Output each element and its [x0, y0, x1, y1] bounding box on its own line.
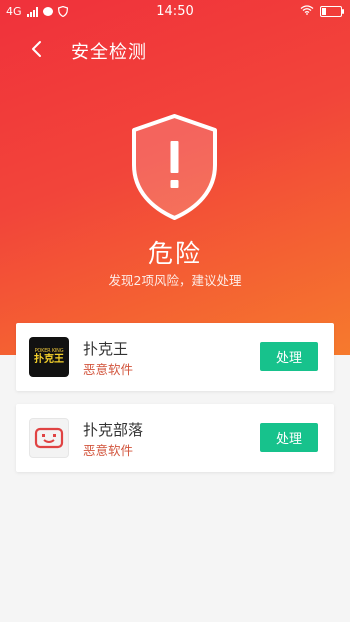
- handle-button[interactable]: 处理: [260, 342, 318, 371]
- app-name: 扑克王: [83, 340, 129, 358]
- risk-card: 扑克部落 恶意软件 处理: [16, 404, 334, 472]
- app-name: 扑克部落: [83, 421, 144, 439]
- risk-level-title: 危险: [147, 239, 202, 268]
- poker-king-app-icon: POKER KING 扑克王: [29, 337, 69, 377]
- back-button[interactable]: [26, 38, 48, 60]
- page-title: 安全检测: [71, 42, 147, 63]
- handle-button[interactable]: 处理: [260, 423, 318, 452]
- wifi-icon: [300, 5, 314, 18]
- risk-type-label: 恶意软件: [83, 443, 134, 458]
- danger-shield-icon: [132, 114, 217, 220]
- risk-card: POKER KING 扑克王 扑克王 恶意软件 处理: [16, 323, 334, 391]
- status-time: 14:50: [156, 4, 194, 19]
- poker-tribe-app-icon: [29, 418, 69, 458]
- risk-type-label: 恶意软件: [83, 362, 134, 377]
- risk-summary: 发现2项风险，建议处理: [108, 273, 242, 288]
- status-bar: 4G 14:50: [0, 0, 350, 24]
- battery-icon: [320, 6, 344, 17]
- chevron-left-icon: [32, 41, 41, 57]
